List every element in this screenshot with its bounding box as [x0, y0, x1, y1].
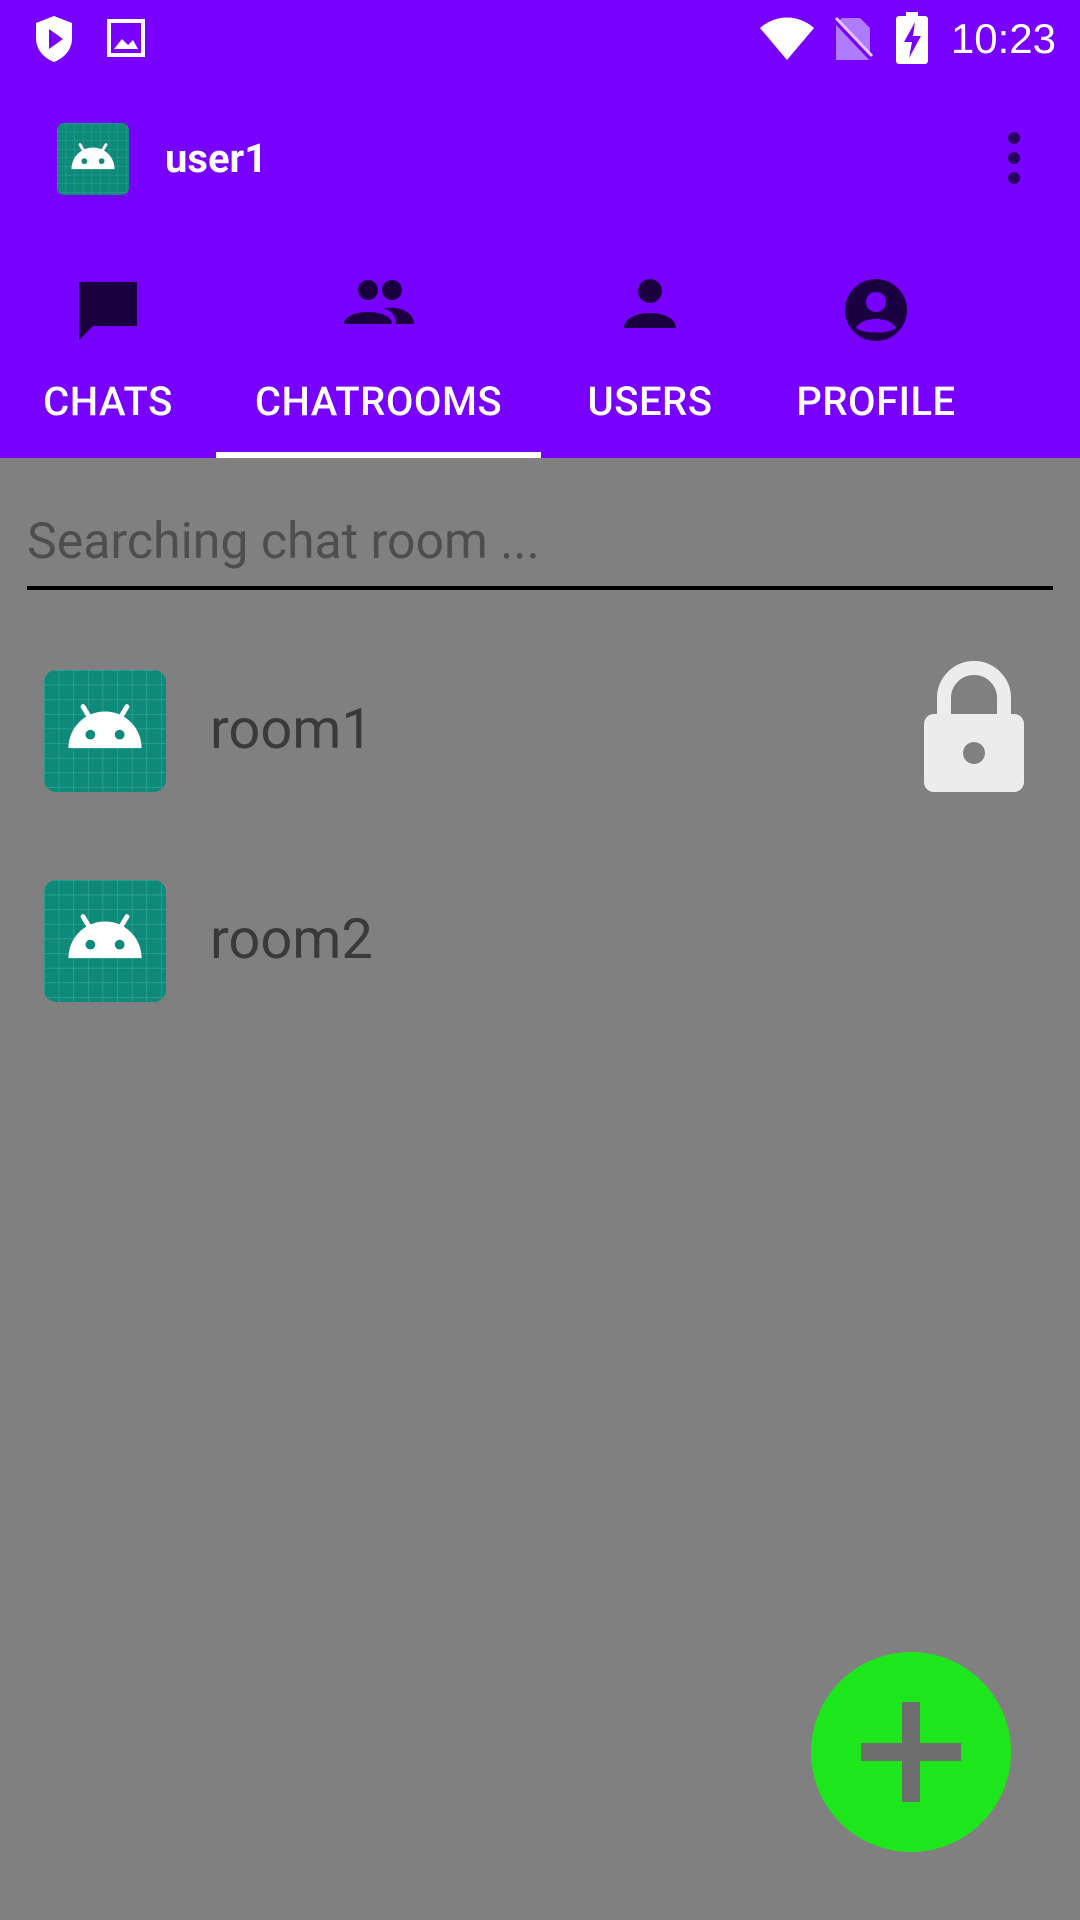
no-sim-icon: [832, 16, 874, 66]
android-icon: [57, 123, 129, 195]
image-icon: [106, 18, 146, 62]
tab-bar: CHATS CHATROOMS USERS PROFILE: [0, 242, 1080, 458]
tab-chats[interactable]: CHATS: [0, 242, 216, 458]
tab-profile[interactable]: PROFILE: [759, 242, 993, 458]
lock-icon: [922, 660, 1026, 798]
room-name: room1: [210, 696, 373, 762]
list-item[interactable]: room2: [0, 844, 1080, 1044]
person-icon: [624, 279, 676, 328]
tab-chatrooms-label: CHATROOMS: [254, 378, 503, 425]
toolbar-title: user1: [165, 135, 268, 182]
wifi-icon: [758, 16, 816, 66]
chat-icon: [79, 282, 137, 340]
tab-users[interactable]: USERS: [541, 242, 759, 458]
tab-profile-label: PROFILE: [796, 378, 956, 425]
tab-indicator: [216, 452, 541, 458]
list-item[interactable]: room1: [0, 634, 1080, 834]
tab-users-label: USERS: [587, 378, 713, 425]
shield-play-icon: [32, 14, 76, 68]
toolbar: user1: [0, 78, 1080, 242]
battery-charging-icon: [896, 12, 928, 68]
add-icon: [861, 1702, 961, 1802]
clock: 10:23: [950, 15, 1056, 62]
android-icon: [44, 670, 166, 792]
room-name: room2: [210, 906, 373, 972]
add-room-button[interactable]: [811, 1652, 1011, 1852]
group-icon: [343, 280, 414, 324]
tab-chatrooms[interactable]: CHATROOMS: [216, 242, 541, 458]
tab-chats-label: CHATS: [43, 378, 173, 425]
app-bar: 10:23 user1 CHATS CHATROOMS USERS PROFIL…: [0, 0, 1080, 458]
search-input[interactable]: Searching chat room ...: [27, 498, 1053, 590]
status-bar: 10:23: [0, 0, 1080, 78]
android-icon: [44, 880, 166, 1002]
account-circle-icon: [845, 279, 907, 341]
more-vert-icon[interactable]: [990, 126, 1038, 190]
search-placeholder: Searching chat room ...: [27, 513, 540, 571]
